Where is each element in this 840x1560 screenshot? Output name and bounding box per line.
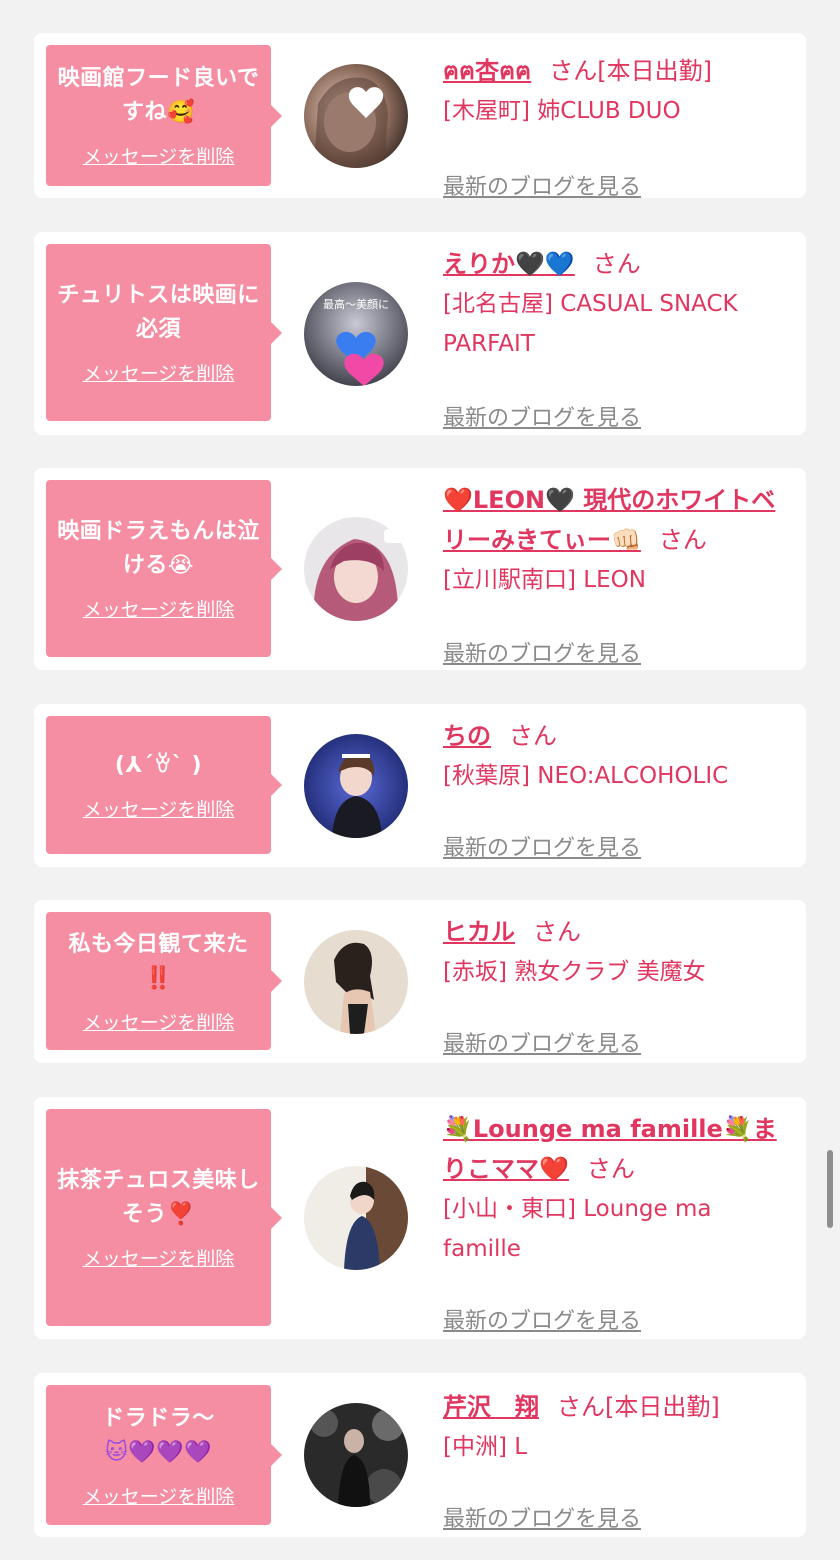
message-text: チュリトスは映画に必須	[57, 283, 260, 342]
black-heart-icon: 🖤	[515, 250, 545, 278]
delete-message-link[interactable]: メッセージを削除	[83, 1008, 235, 1035]
delete-message-link[interactable]: メッセージを削除	[83, 795, 235, 822]
host-name-link[interactable]: ちの	[443, 722, 491, 750]
host-info: ❤️LEON🖤 現代のホワイトベリーみきてぃー👊🏻 さん [立川駅南口] LEON…	[443, 480, 792, 667]
host-info: 芹沢 翔さん[本日出勤] [中洲] L 最新のブログを見る	[443, 1387, 792, 1532]
host-name-link[interactable]: 芹沢 翔	[443, 1393, 539, 1421]
message-bubble: 映画館フード良いですね🥰 メッセージを削除	[46, 45, 282, 186]
honorific: さん	[533, 918, 581, 946]
honorific: さん	[592, 250, 641, 278]
avatar[interactable]	[304, 517, 408, 621]
shop-name: [小山・東口] Lounge ma famille	[443, 1196, 712, 1262]
cat-and-purple-hearts-icon: 🐱💜💜💜	[104, 1439, 213, 1465]
blog-link[interactable]: 最新のブログを見る	[443, 169, 641, 201]
heart-exclamation-icon: ❣️	[167, 1202, 195, 1227]
host-name-line: えりか🖤💙 さん	[443, 244, 792, 284]
message-bubble: ドラドラ〜🐱💜💜💜 メッセージを削除	[46, 1385, 282, 1525]
blog-link[interactable]: 最新のブログを見る	[443, 400, 641, 432]
smiling-face-with-hearts-icon: 🥰	[167, 100, 195, 125]
message-bubble: 抹茶チュロス美味しそう❣️ メッセージを削除	[46, 1109, 282, 1326]
host-name-link[interactable]: えりか🖤💙	[443, 250, 575, 278]
shop-name: [北名古屋] CASUAL SNACK PARFAIT	[443, 291, 738, 357]
honorific: さん	[549, 57, 598, 85]
double-exclamation-icon: ‼️	[144, 965, 173, 991]
shop-name: [赤坂] 熟女クラブ 美魔女	[443, 959, 706, 985]
message-card: 私も今日観て来た‼️ メッセージを削除 ヒカル さん [赤坂] 熟女クラブ 美魔女…	[34, 900, 806, 1063]
avatar[interactable]	[304, 1403, 408, 1507]
message-card: ドラドラ〜🐱💜💜💜 メッセージを削除 芹沢 翔さん[本日出勤] [中洲] L 最…	[34, 1373, 806, 1537]
message-bubble: (⅄´ꈊ` ) メッセージを削除	[46, 716, 282, 854]
host-name-link[interactable]: ฅฅ杏ฅฅ	[443, 57, 531, 85]
host-name-line: 芹沢 翔さん[本日出勤]	[443, 1387, 792, 1427]
svg-text:最高〜美顔に: 最高〜美顔に	[323, 297, 389, 311]
host-name-line: ฅฅ杏ฅฅ さん[本日出勤]	[443, 51, 792, 91]
honorific: さん	[557, 1393, 605, 1421]
shop-name: [木屋町] 姉CLUB DUO	[443, 98, 681, 124]
host-info: 💐Lounge ma famille💐まりこママ❤️ さん [小山・東口] Lou…	[443, 1109, 792, 1334]
avatar[interactable]: 最高〜美顔に	[304, 282, 408, 386]
host-name-line: 💐Lounge ma famille💐まりこママ❤️ さん	[443, 1109, 792, 1189]
honorific: さん	[586, 1155, 635, 1183]
message-text: 抹茶チュロス美味しそう❣️	[56, 1164, 261, 1232]
fist-icon: 👊🏻	[611, 526, 641, 554]
blue-heart-icon: 💙	[544, 250, 575, 278]
message-card: チュリトスは映画に必須 メッセージを削除 最高〜美顔に えりか🖤💙 さん [北名古…	[34, 232, 806, 435]
avatar[interactable]	[304, 64, 408, 168]
delete-message-link[interactable]: メッセージを削除	[83, 595, 235, 622]
message-text: 私も今日観て来た‼️	[56, 928, 261, 996]
blog-link[interactable]: 最新のブログを見る	[443, 636, 641, 668]
host-name-line: ちの さん	[443, 716, 792, 756]
honorific: さん	[509, 722, 557, 750]
host-name-link[interactable]: ❤️LEON🖤 現代のホワイトベリーみきてぃー👊🏻	[443, 486, 775, 554]
status-badge: [本日出勤]	[597, 57, 712, 85]
delete-message-link[interactable]: メッセージを削除	[83, 1482, 235, 1509]
message-text: ドラドラ〜🐱💜💜💜	[56, 1402, 261, 1470]
host-info: ฅฅ杏ฅฅ さん[本日出勤] [木屋町] 姉CLUB DUO 最新のブログを見る	[443, 51, 792, 200]
message-card: 映画館フード良いですね🥰 メッセージを削除 ฅฅ杏ฅฅ さん[本日出勤] [木屋町…	[34, 33, 806, 200]
host-info: ヒカル さん [赤坂] 熟女クラブ 美魔女 最新のブログを見る	[443, 912, 792, 1057]
delete-message-link[interactable]: メッセージを削除	[83, 359, 235, 386]
blog-link[interactable]: 最新のブログを見る	[443, 1303, 641, 1335]
blog-link[interactable]: 最新のブログを見る	[443, 830, 641, 862]
message-card: 映画ドラえもんは泣ける😭 メッセージを削除 ❤️LEON🖤 現代のホワイトベリー…	[34, 468, 806, 670]
delete-message-link[interactable]: メッセージを削除	[83, 1244, 235, 1271]
message-card: 抹茶チュロス美味しそう❣️ メッセージを削除 💐Lounge ma famill…	[34, 1097, 806, 1339]
host-name-line: ヒカル さん	[443, 912, 792, 952]
shop-name: [秋葉原] NEO:ALCOHOLIC	[443, 763, 729, 789]
blog-link[interactable]: 最新のブログを見る	[443, 1026, 641, 1058]
message-card: (⅄´ꈊ` ) メッセージを削除 ちの さん [秋葉原] NEO:ALCOHOLI…	[34, 704, 806, 867]
avatar[interactable]	[304, 930, 408, 1034]
host-info: ちの さん [秋葉原] NEO:ALCOHOLIC 最新のブログを見る	[443, 716, 792, 861]
honorific: さん	[658, 526, 707, 554]
avatar[interactable]	[304, 1166, 408, 1270]
status-badge: [本日出勤]	[605, 1393, 720, 1421]
delete-message-link[interactable]: メッセージを削除	[83, 142, 235, 169]
shop-name: [立川駅南口] LEON	[443, 567, 646, 593]
blog-link[interactable]: 最新のブログを見る	[443, 1501, 641, 1533]
scrollbar[interactable]	[827, 1150, 833, 1228]
loudly-crying-face-icon: 😭	[167, 553, 195, 578]
avatar[interactable]	[304, 734, 408, 838]
message-text: 映画館フード良いですね🥰	[56, 62, 261, 130]
host-info: えりか🖤💙 さん [北名古屋] CASUAL SNACK PARFAIT 最新のブ…	[443, 244, 792, 431]
message-bubble: チュリトスは映画に必須 メッセージを削除	[46, 244, 282, 421]
message-text: 映画ドラえもんは泣ける😭	[56, 515, 261, 583]
shop-name: [中洲] L	[443, 1434, 528, 1460]
message-bubble: 私も今日観て来た‼️ メッセージを削除	[46, 912, 282, 1050]
host-name-link[interactable]: ヒカル	[443, 918, 515, 946]
message-bubble: 映画ドラえもんは泣ける😭 メッセージを削除	[46, 480, 282, 657]
red-heart-icon: ❤️	[539, 1155, 569, 1183]
host-name-line: ❤️LEON🖤 現代のホワイトベリーみきてぃー👊🏻 さん	[443, 480, 792, 560]
message-text: (⅄´ꈊ` )	[114, 752, 203, 778]
